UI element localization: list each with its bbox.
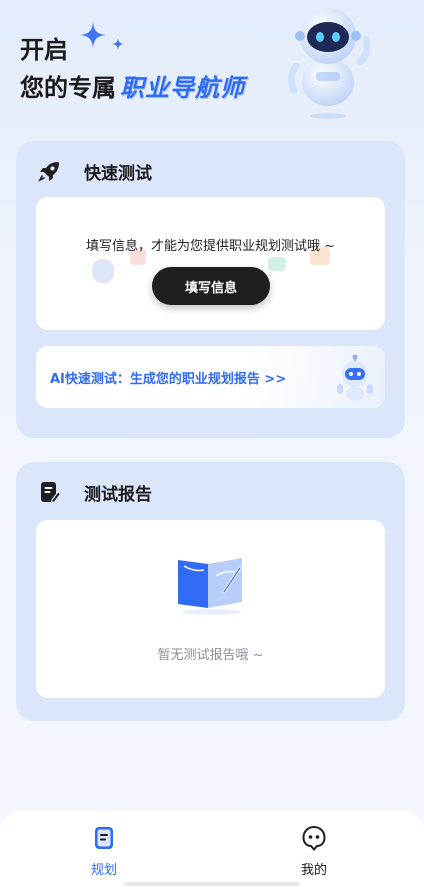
report-empty-panel: 暂无测试报告哦 ~ bbox=[36, 520, 385, 698]
ai-quick-test-banner[interactable]: AI快速测试：生成您的职业规划报告 >> bbox=[36, 346, 385, 408]
fill-info-button[interactable]: 填写信息 bbox=[152, 267, 270, 305]
ai-robot-icon bbox=[337, 354, 373, 401]
hero-title-line1: 开启 bbox=[20, 36, 68, 64]
decor-coin-stack bbox=[92, 259, 114, 283]
home-indicator bbox=[124, 882, 300, 886]
hero-header: 开启 您的专属 职业导航师 bbox=[0, 0, 424, 140]
fill-info-prompt: 填写信息，才能为您提供职业规划测试哦 ~ bbox=[85, 239, 336, 254]
tab-mine[interactable]: 我的 bbox=[284, 825, 344, 878]
sparkle-small-icon bbox=[112, 38, 124, 50]
test-report-title: 测试报告 bbox=[84, 484, 152, 505]
sparkle-icon bbox=[80, 22, 106, 48]
open-book-icon bbox=[178, 558, 242, 615]
tab-plan-label: 规划 bbox=[90, 863, 117, 878]
fill-info-panel: 填写信息，才能为您提供职业规划测试哦 ~ 填写信息 bbox=[36, 197, 385, 330]
bottom-tab-bar: 规划 我的 bbox=[0, 811, 424, 887]
empty-report-text: 暂无测试报告哦 ~ bbox=[157, 648, 264, 663]
tab-mine-label: 我的 bbox=[300, 863, 327, 878]
decor-chat bbox=[268, 257, 286, 271]
profile-face-icon bbox=[302, 825, 326, 851]
hero-title-prefix: 您的专属 bbox=[20, 74, 116, 102]
report-edit-icon bbox=[41, 482, 62, 504]
quick-test-header: 快速测试 bbox=[38, 159, 152, 184]
ai-quick-test-link[interactable]: AI快速测试：生成您的职业规划报告 >> bbox=[50, 368, 286, 387]
quick-test-card: 快速测试 填写信息，才能为您提供职业规划测试哦 ~ 填写信息 AI快速测试：生成… bbox=[16, 141, 405, 438]
hero-title-line2: 您的专属 职业导航师 bbox=[20, 68, 245, 103]
tab-plan[interactable]: 规划 bbox=[74, 825, 134, 878]
robot-mascot-icon bbox=[287, 8, 370, 119]
plan-document-icon bbox=[95, 827, 113, 849]
rocket-icon bbox=[38, 162, 59, 182]
test-report-card: 测试报告 暂无测试报告哦 ~ bbox=[16, 462, 405, 721]
hero-title-accent: 职业导航师 bbox=[120, 74, 245, 102]
quick-test-title: 快速测试 bbox=[84, 163, 152, 184]
test-report-header: 测试报告 bbox=[38, 480, 152, 505]
